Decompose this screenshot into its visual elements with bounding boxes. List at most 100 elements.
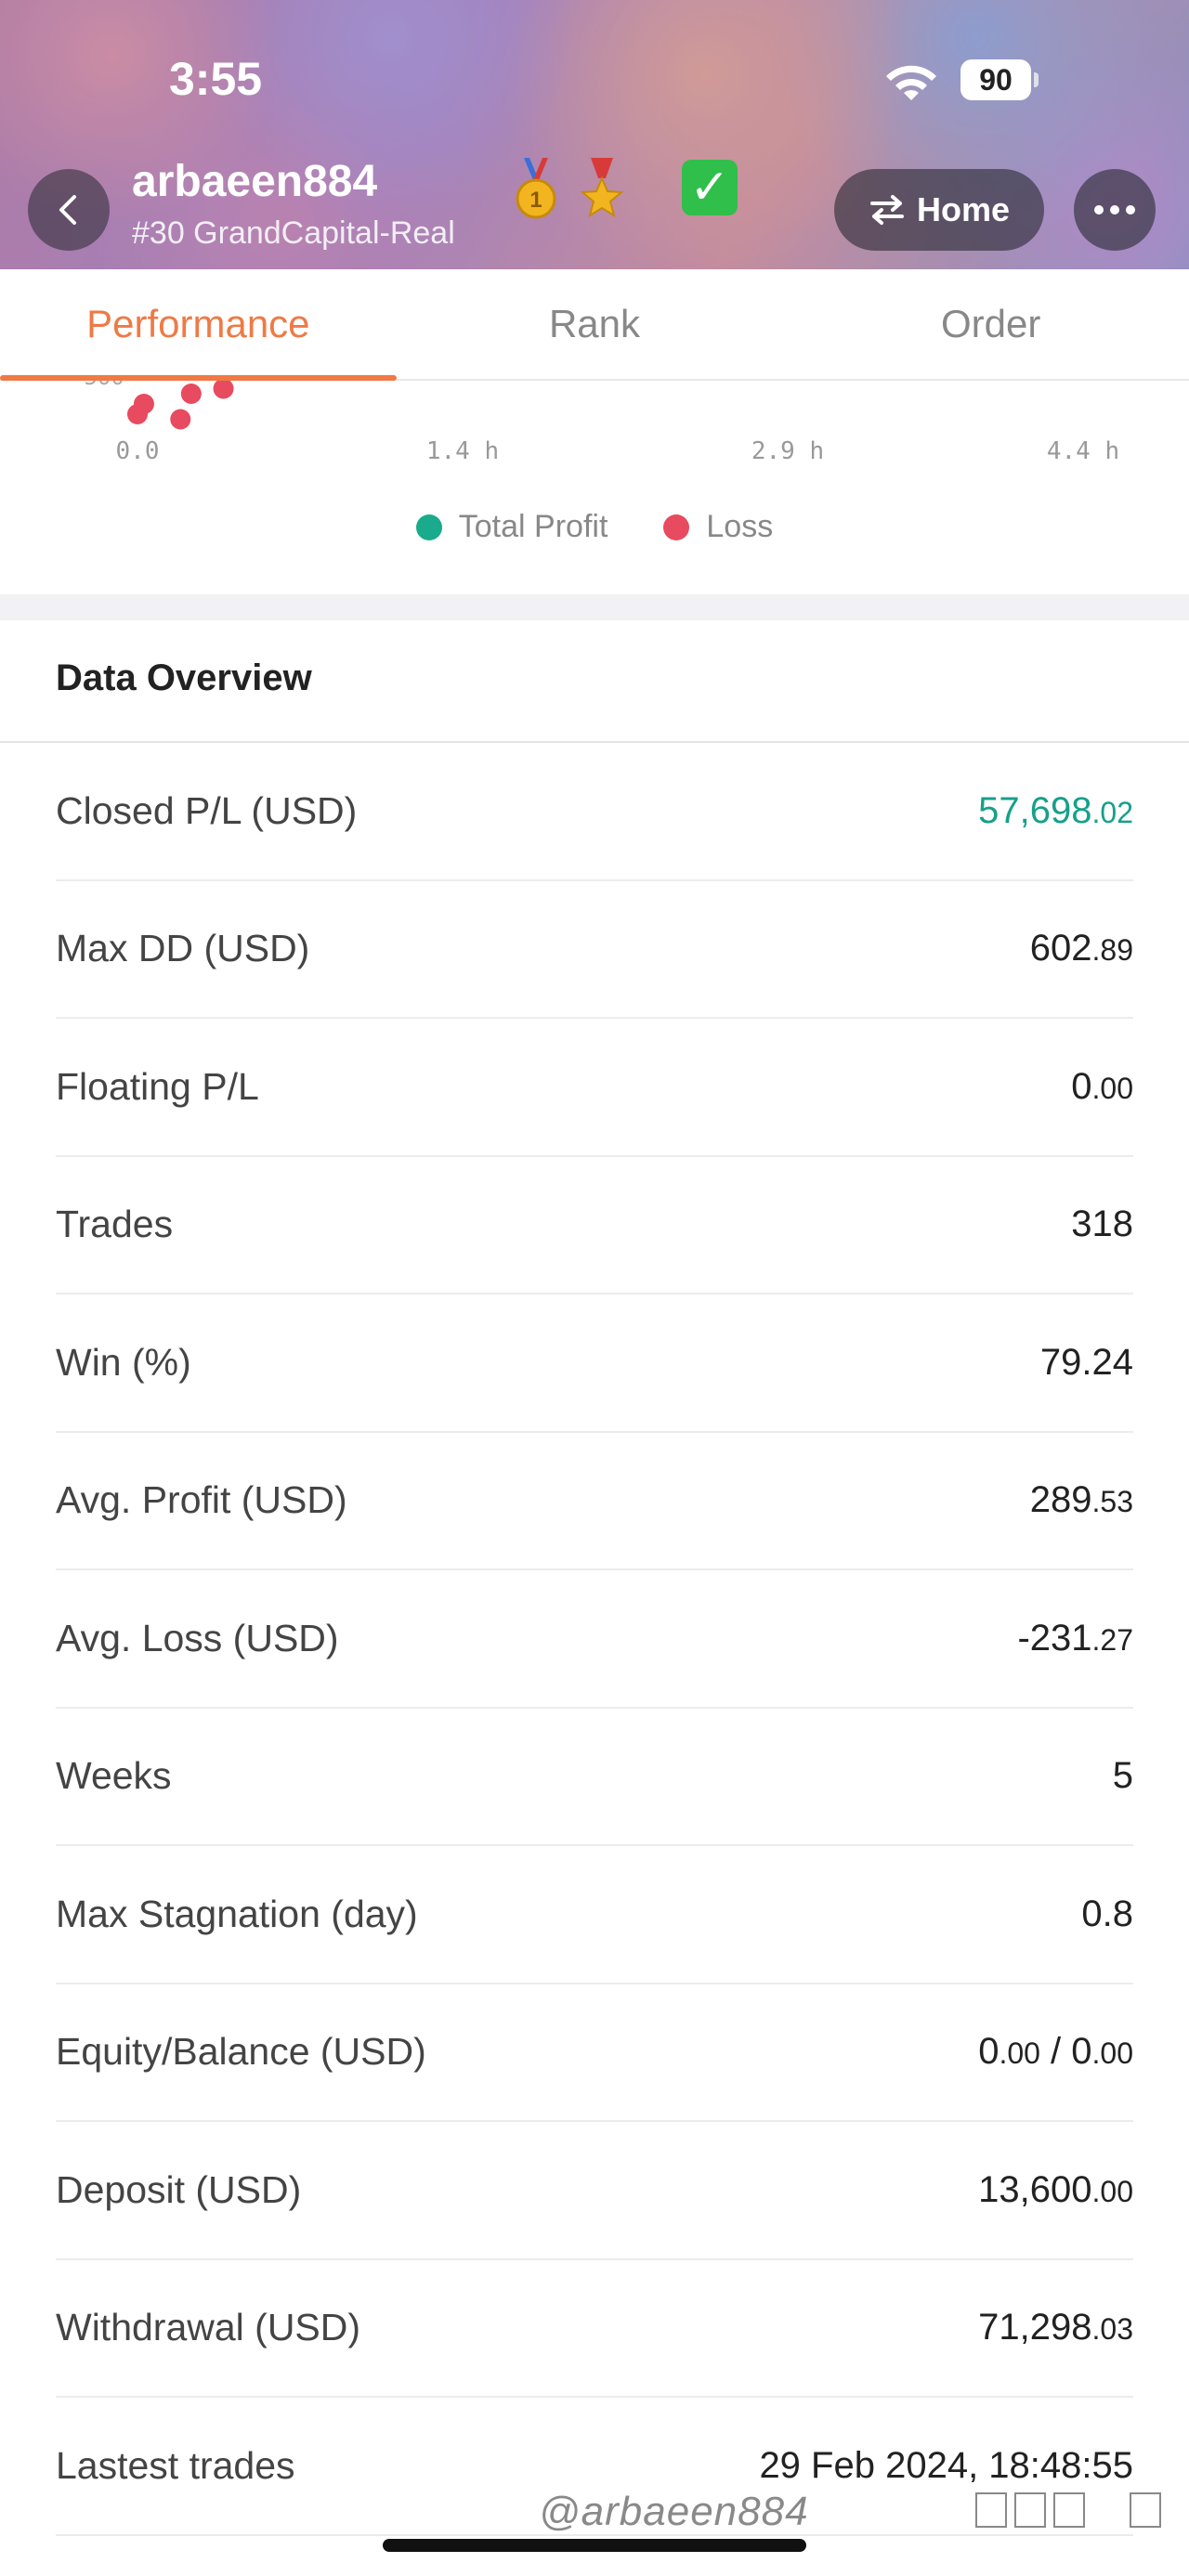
value-integer: 5 xyxy=(1112,1755,1133,1797)
row-value: 79.24 xyxy=(1040,1342,1133,1384)
username: arbaeen884 xyxy=(132,157,378,206)
home-indicator[interactable] xyxy=(383,2539,806,2552)
value-integer: 71,298 xyxy=(978,2307,1092,2348)
row-label: Max DD (USD) xyxy=(56,927,310,970)
row-value: 318 xyxy=(1071,1203,1133,1245)
value-integer: -231 xyxy=(1017,1617,1092,1659)
value-integer: 289 xyxy=(1029,1479,1092,1521)
section-separator xyxy=(0,594,1189,620)
row-label: Win (%) xyxy=(56,1340,191,1384)
overview-row: Withdrawal (USD) 71,298.03 xyxy=(56,2260,1133,2398)
row-value: 29 Feb 2024, 18:48:55 xyxy=(759,2445,1133,2487)
value-decimal: .27 xyxy=(1091,1622,1133,1657)
legend-dot-loss xyxy=(663,514,690,540)
value-decimal: .00 xyxy=(1091,2174,1133,2208)
row-value: 0.8 xyxy=(1081,1893,1133,1935)
watermark-glyph xyxy=(1053,2492,1085,2528)
row-value: 13,600.00 xyxy=(978,2169,1133,2211)
overview-row: Avg. Loss (USD) -231.27 xyxy=(56,1570,1133,1709)
profile-header: 3:55 90 arbaeen884 #30 GrandCapital-Real… xyxy=(0,0,1189,269)
watermark-glyph xyxy=(1014,2492,1046,2528)
tab-rank[interactable]: Rank xyxy=(397,269,793,379)
overview-row: Weeks 5 xyxy=(56,1709,1133,1846)
overview-row: Equity/Balance (USD) 0.00 / 0.00 xyxy=(56,1984,1133,2122)
row-label: Withdrawal (USD) xyxy=(56,2306,361,2349)
value-integer: 79.24 xyxy=(1039,1341,1133,1383)
row-label: Trades xyxy=(56,1203,174,1246)
value-integer: 57,698 xyxy=(978,789,1092,831)
more-button[interactable] xyxy=(1074,169,1156,251)
value-decimal: .03 xyxy=(1091,2312,1133,2347)
value-integer: 0.8 xyxy=(1081,1893,1133,1934)
home-button[interactable]: Home xyxy=(834,169,1044,251)
row-label: Floating P/L xyxy=(56,1064,259,1108)
section-title: Data Overview xyxy=(56,657,312,698)
more-dots-icon xyxy=(1094,205,1135,215)
data-point xyxy=(180,384,202,404)
legend-label-loss: Loss xyxy=(706,509,774,544)
row-value: 0.00 xyxy=(1071,1066,1133,1108)
value-decimal: .00 xyxy=(999,2036,1040,2071)
value-decimal: .02 xyxy=(1091,795,1133,829)
value-integer: 0 xyxy=(978,2031,1000,2073)
chart-legend: Total Profit Loss xyxy=(0,509,1189,545)
svg-text:1: 1 xyxy=(529,188,542,213)
x-tick-label: 4.4 h xyxy=(1047,437,1119,465)
status-time: 3:55 xyxy=(169,53,263,105)
row-label: Avg. Loss (USD) xyxy=(56,1616,339,1659)
back-button[interactable] xyxy=(28,169,110,251)
value-integer: / 0 xyxy=(1039,2031,1092,2073)
data-point xyxy=(133,394,154,414)
row-label: Closed P/L (USD) xyxy=(56,788,358,832)
chevron-left-icon xyxy=(59,195,76,225)
x-tick-label: 2.9 h xyxy=(751,437,824,465)
value-decimal: .53 xyxy=(1091,1485,1133,1519)
x-tick-label: 0.0 xyxy=(116,437,160,465)
medal-icon: 1 xyxy=(513,158,559,228)
performance-chart: -500 0.0 1.4 h 2.9 h 4.4 h xyxy=(0,381,1189,594)
row-label: Weeks xyxy=(56,1754,172,1798)
x-tick-label: 1.4 h xyxy=(426,437,499,465)
row-label: Avg. Profit (USD) xyxy=(56,1478,347,1522)
value-integer: 602 xyxy=(1029,928,1092,969)
value-decimal: .00 xyxy=(1091,2036,1133,2071)
tab-order[interactable]: Order xyxy=(792,269,1189,379)
row-label: Max Stagnation (day) xyxy=(56,1892,418,1935)
data-point xyxy=(213,381,234,399)
row-value: 5 xyxy=(1113,1755,1133,1797)
legend-label-total-profit: Total Profit xyxy=(458,509,608,544)
legend-item-loss[interactable]: Loss xyxy=(663,509,773,545)
y-tick-label: -500 xyxy=(71,381,124,390)
row-value: 71,298.03 xyxy=(978,2307,1133,2348)
overview-row: Closed P/L (USD) 57,698.02 xyxy=(56,743,1133,881)
data-point xyxy=(170,409,191,430)
data-overview-section: Data Overview Closed P/L (USD) 57,698.02 M… xyxy=(0,620,1189,2576)
account-subtitle: #30 GrandCapital-Real xyxy=(132,215,455,251)
value-integer: 13,600 xyxy=(978,2168,1092,2210)
chart-plot: -500 0.0 1.4 h 2.9 h 4.4 h xyxy=(71,381,1119,465)
value-decimal: .00 xyxy=(1091,1071,1133,1105)
star-medal-icon xyxy=(578,158,626,228)
tab-performance[interactable]: Performance xyxy=(0,269,397,381)
watermark: @arbaeen884 xyxy=(539,2489,809,2534)
battery-indicator: 90 xyxy=(960,59,1031,100)
row-value: 57,698.02 xyxy=(978,790,1133,832)
value-integer: 29 Feb 2024, 18:48:55 xyxy=(759,2444,1133,2486)
overview-row: Max DD (USD) 602.89 xyxy=(56,881,1133,1019)
overview-row: Max Stagnation (day) 0.8 xyxy=(56,1846,1133,1984)
overview-list: Closed P/L (USD) 57,698.02 Max DD (USD) 602… xyxy=(56,743,1133,2536)
overview-row: Deposit (USD) 13,600.00 xyxy=(56,2122,1133,2260)
overview-row: Floating P/L 0.00 xyxy=(56,1019,1133,1157)
value-integer: 0 xyxy=(1071,1065,1092,1107)
battery-tip xyxy=(1034,72,1039,87)
wifi-icon xyxy=(881,58,942,109)
home-button-label: Home xyxy=(916,190,1011,228)
overview-row: Win (%) 79.24 xyxy=(56,1295,1133,1433)
row-value: 0.00 / 0.00 xyxy=(978,2031,1133,2073)
check-icon: ✓ xyxy=(682,160,738,215)
row-label: Equity/Balance (USD) xyxy=(56,2030,426,2074)
legend-item-total-profit[interactable]: Total Profit xyxy=(415,509,608,545)
row-value: 602.89 xyxy=(1030,928,1133,969)
watermark-glyph xyxy=(975,2492,1007,2528)
watermark-glyph xyxy=(1130,2492,1161,2528)
